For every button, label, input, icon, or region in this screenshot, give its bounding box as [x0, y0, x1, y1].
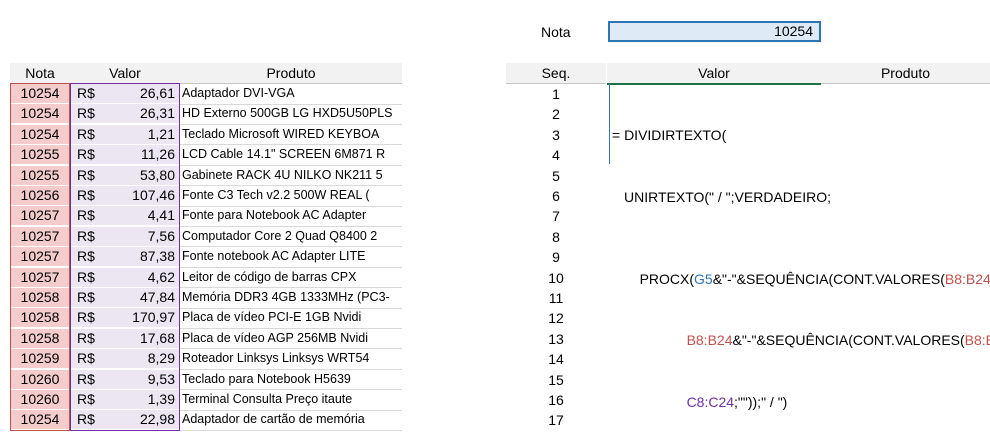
cell-produto[interactable]: Fonte C3 Tech v2.2 500W REAL (	[182, 186, 402, 205]
seq-cell[interactable]: 6	[506, 186, 606, 206]
formula-ref-b8: B8:B24	[944, 270, 990, 287]
header-seq[interactable]: Seq.	[506, 63, 606, 84]
cell-produto[interactable]: Roteador Linksys Linksys WRT54	[182, 349, 402, 368]
seq-cell[interactable]: 9	[506, 247, 606, 267]
seq-cell[interactable]: 2	[506, 104, 606, 124]
header-produto[interactable]: Produto	[180, 63, 402, 84]
seq-cell[interactable]: 10	[506, 268, 606, 288]
cell-produto[interactable]: Adaptador DVI-VGA	[182, 84, 402, 103]
seq-cell[interactable]: 5	[506, 166, 606, 186]
cell-produto[interactable]: Gabinete RACK 4U NILKO NK211 5	[182, 166, 402, 185]
formula-line-5b: ;""));" / ")	[734, 393, 788, 410]
seq-cell[interactable]: 16	[506, 390, 606, 410]
header-valor-right[interactable]: Valor	[607, 63, 821, 85]
cell-produto[interactable]: HD Externo 500GB LG HXD5U50PLS	[182, 104, 402, 123]
lookup-input[interactable]: 10254	[608, 21, 821, 42]
seq-cell[interactable]: 11	[506, 288, 606, 308]
seq-cell[interactable]: 1	[506, 84, 606, 104]
formula-line-1: = DIVIDIRTEXTO(	[612, 127, 727, 143]
header-produto-right[interactable]: Produto	[821, 63, 990, 84]
lookup-value: 10254	[774, 23, 813, 39]
row-divider	[180, 429, 402, 431]
seq-cell[interactable]: 13	[506, 329, 606, 349]
seq-cell[interactable]: 14	[506, 349, 606, 369]
seq-cell[interactable]: 17	[506, 410, 606, 430]
cell-produto[interactable]: Teclado para Notebook H5639	[182, 370, 402, 389]
cell-produto[interactable]: Teclado Microsoft WIRED KEYBOA	[182, 125, 402, 144]
lookup-label: Nota	[541, 24, 571, 40]
formula-ref-g5: G5	[694, 270, 713, 287]
seq-cell[interactable]: 8	[506, 227, 606, 247]
formula-line-2: UNIRTEXTO(" / ";VERDADEIRO;	[624, 188, 832, 205]
cell-produto[interactable]: Adaptador de cartão de memória	[182, 410, 402, 429]
formula-line-3b: &"-"&SEQUÊNCIA(CONT.VALORES(	[712, 270, 945, 287]
nota-range-selection	[10, 83, 70, 431]
formula-line-4b: &"-"&SEQUÊNCIA(CONT.VALORES(	[732, 332, 965, 348]
cell-produto[interactable]: Terminal Consulta Preço itaute	[182, 390, 402, 409]
formula-line-3a: PROCX(	[639, 270, 695, 287]
formula-text[interactable]: = DIVIDIRTEXTO( UNIRTEXTO(" / ";VERDADEI…	[609, 84, 990, 412]
header-nota[interactable]: Nota	[10, 63, 70, 84]
seq-cell[interactable]: 3	[506, 125, 606, 145]
cell-produto[interactable]: Placa de vídeo PCI-E 1GB Nvidi	[182, 308, 402, 327]
cell-produto[interactable]: Memória DDR3 4GB 1333MHz (PC3-	[182, 288, 402, 307]
header-valor[interactable]: Valor	[70, 63, 180, 84]
formula-ref-b8-2: B8:B24	[686, 332, 733, 348]
seq-cell[interactable]: 7	[506, 206, 606, 226]
seq-cell[interactable]: 4	[506, 145, 606, 165]
seq-cell[interactable]: 15	[506, 370, 606, 390]
cell-produto[interactable]: Fonte para Notebook AC Adapter	[182, 206, 402, 225]
cell-produto[interactable]: Leitor de código de barras CPX	[182, 268, 402, 287]
cell-produto[interactable]: LCD Cable 14.1" SCREEN 6M871 R	[182, 145, 402, 164]
formula-ref-c8: C8:C24	[686, 393, 735, 410]
valor-range-selection	[70, 83, 180, 431]
seq-cell[interactable]: 12	[506, 308, 606, 328]
cell-produto[interactable]: Placa de vídeo AGP 256MB Nvidi	[182, 329, 402, 348]
formula-ref-b8-3: B8:B24	[964, 332, 990, 348]
cell-produto[interactable]: Fonte notebook AC Adapter LITE	[182, 247, 402, 266]
cell-produto[interactable]: Computador Core 2 Quad Q8400 2	[182, 227, 402, 246]
